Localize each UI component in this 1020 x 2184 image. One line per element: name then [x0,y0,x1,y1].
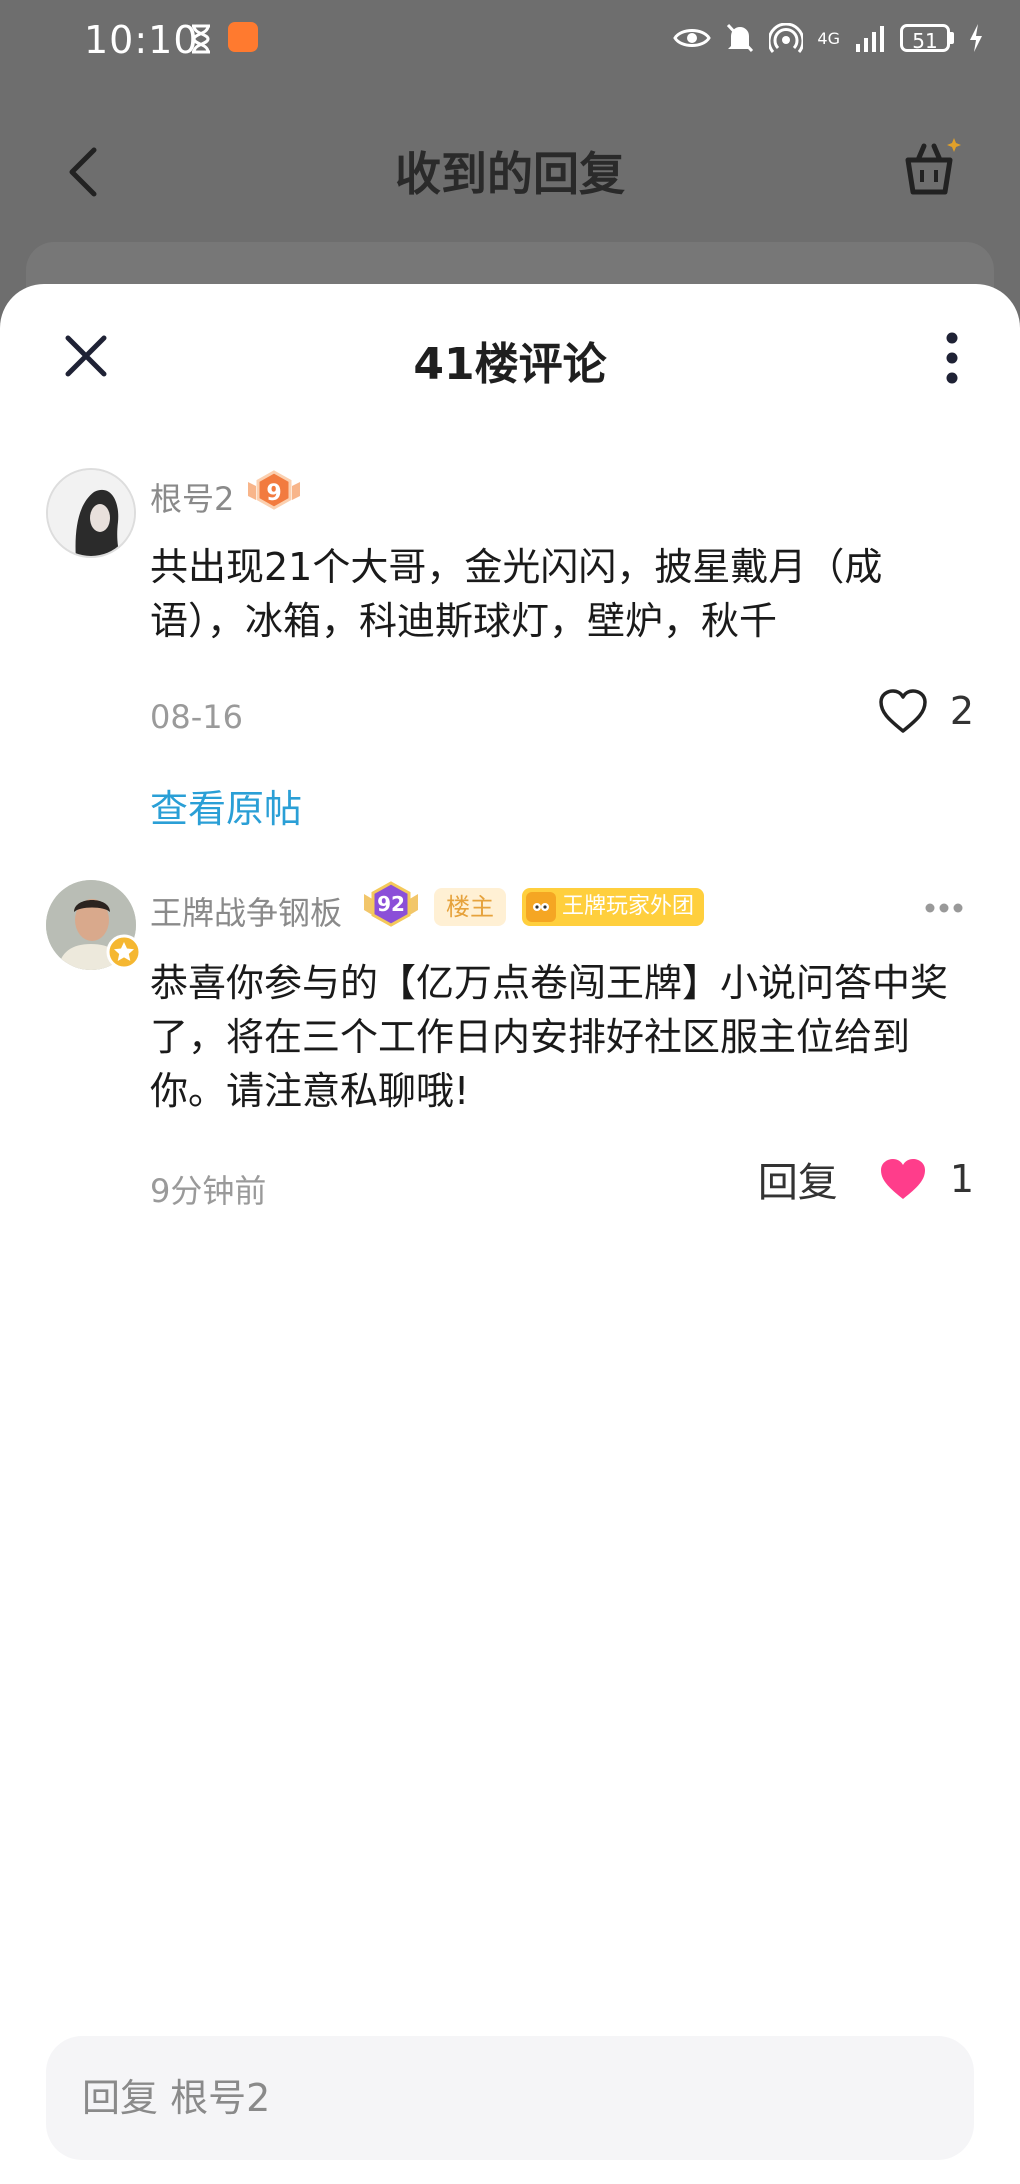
battery-level: 51 [900,24,950,53]
team-icon [526,892,556,922]
comment-sheet: 41楼评论 根号2 9 共出现21个大哥，金光闪闪，披星戴月（成语），冰箱，科迪… [0,284,1020,2184]
battery-icon: 51 [900,24,954,53]
charging-icon [970,24,982,52]
comment-actions: 回复 1 [758,1150,974,1208]
comment-time: 08-16 [150,698,243,736]
status-time: 10:10 [84,18,199,62]
like-button[interactable]: 2 [878,688,974,734]
view-original-link[interactable]: 查看原帖 [150,778,302,833]
like-count: 1 [949,1157,974,1201]
team-tag-label: 王牌玩家外团 [562,894,695,919]
heart-filled-icon[interactable] [878,1156,928,1202]
app-notification-icon [228,22,258,52]
team-tag: 王牌玩家外团 [522,888,705,926]
verified-star-icon [106,934,142,970]
avatar-image [48,470,134,556]
hotspot-icon [769,23,804,53]
comment-time: 9分钟前 [150,1172,267,1210]
username[interactable]: 王牌战争钢板 [150,888,342,934]
level-number: 9 [266,480,282,506]
level-badge: 92 [362,880,420,934]
hourglass-icon [192,24,210,54]
reply-button[interactable]: 回复 [758,1150,838,1208]
comment-text: 共出现21个大哥，金光闪闪，披星戴月（成语），冰箱，科迪斯球灯，壁炉，秋千 [150,545,883,643]
status-icons: 4G 51 [673,18,984,58]
eye-icon [673,29,712,47]
level-badge: 9 [246,468,302,518]
heart-outline-icon [879,689,927,733]
background-header: 收到的回复 [0,100,1020,230]
reply-bar[interactable] [46,2036,974,2160]
status-bar: 10:10 4G 51 [0,0,1020,80]
sheet-header: 41楼评论 [0,284,1020,434]
more-horizontal-icon[interactable] [924,902,964,914]
reply-input[interactable] [82,2036,938,2160]
like-count: 2 [949,689,974,733]
basket-icon[interactable] [898,134,964,200]
signal-icon [856,26,884,52]
username[interactable]: 根号2 [150,474,234,520]
network-type: 4G [817,28,840,48]
sheet-title: 41楼评论 [413,339,607,390]
avatar[interactable] [46,468,136,558]
mute-bell-icon [727,23,754,53]
level-number: 92 [377,892,405,916]
comment-text: 恭喜你参与的【亿万点卷闯王牌】小说问答中奖了，将在三个工作日内安排好社区服主位给… [150,961,949,1113]
more-vertical-icon[interactable] [940,330,964,386]
owner-tag: 楼主 [434,888,506,926]
page-title: 收到的回复 [395,147,625,201]
